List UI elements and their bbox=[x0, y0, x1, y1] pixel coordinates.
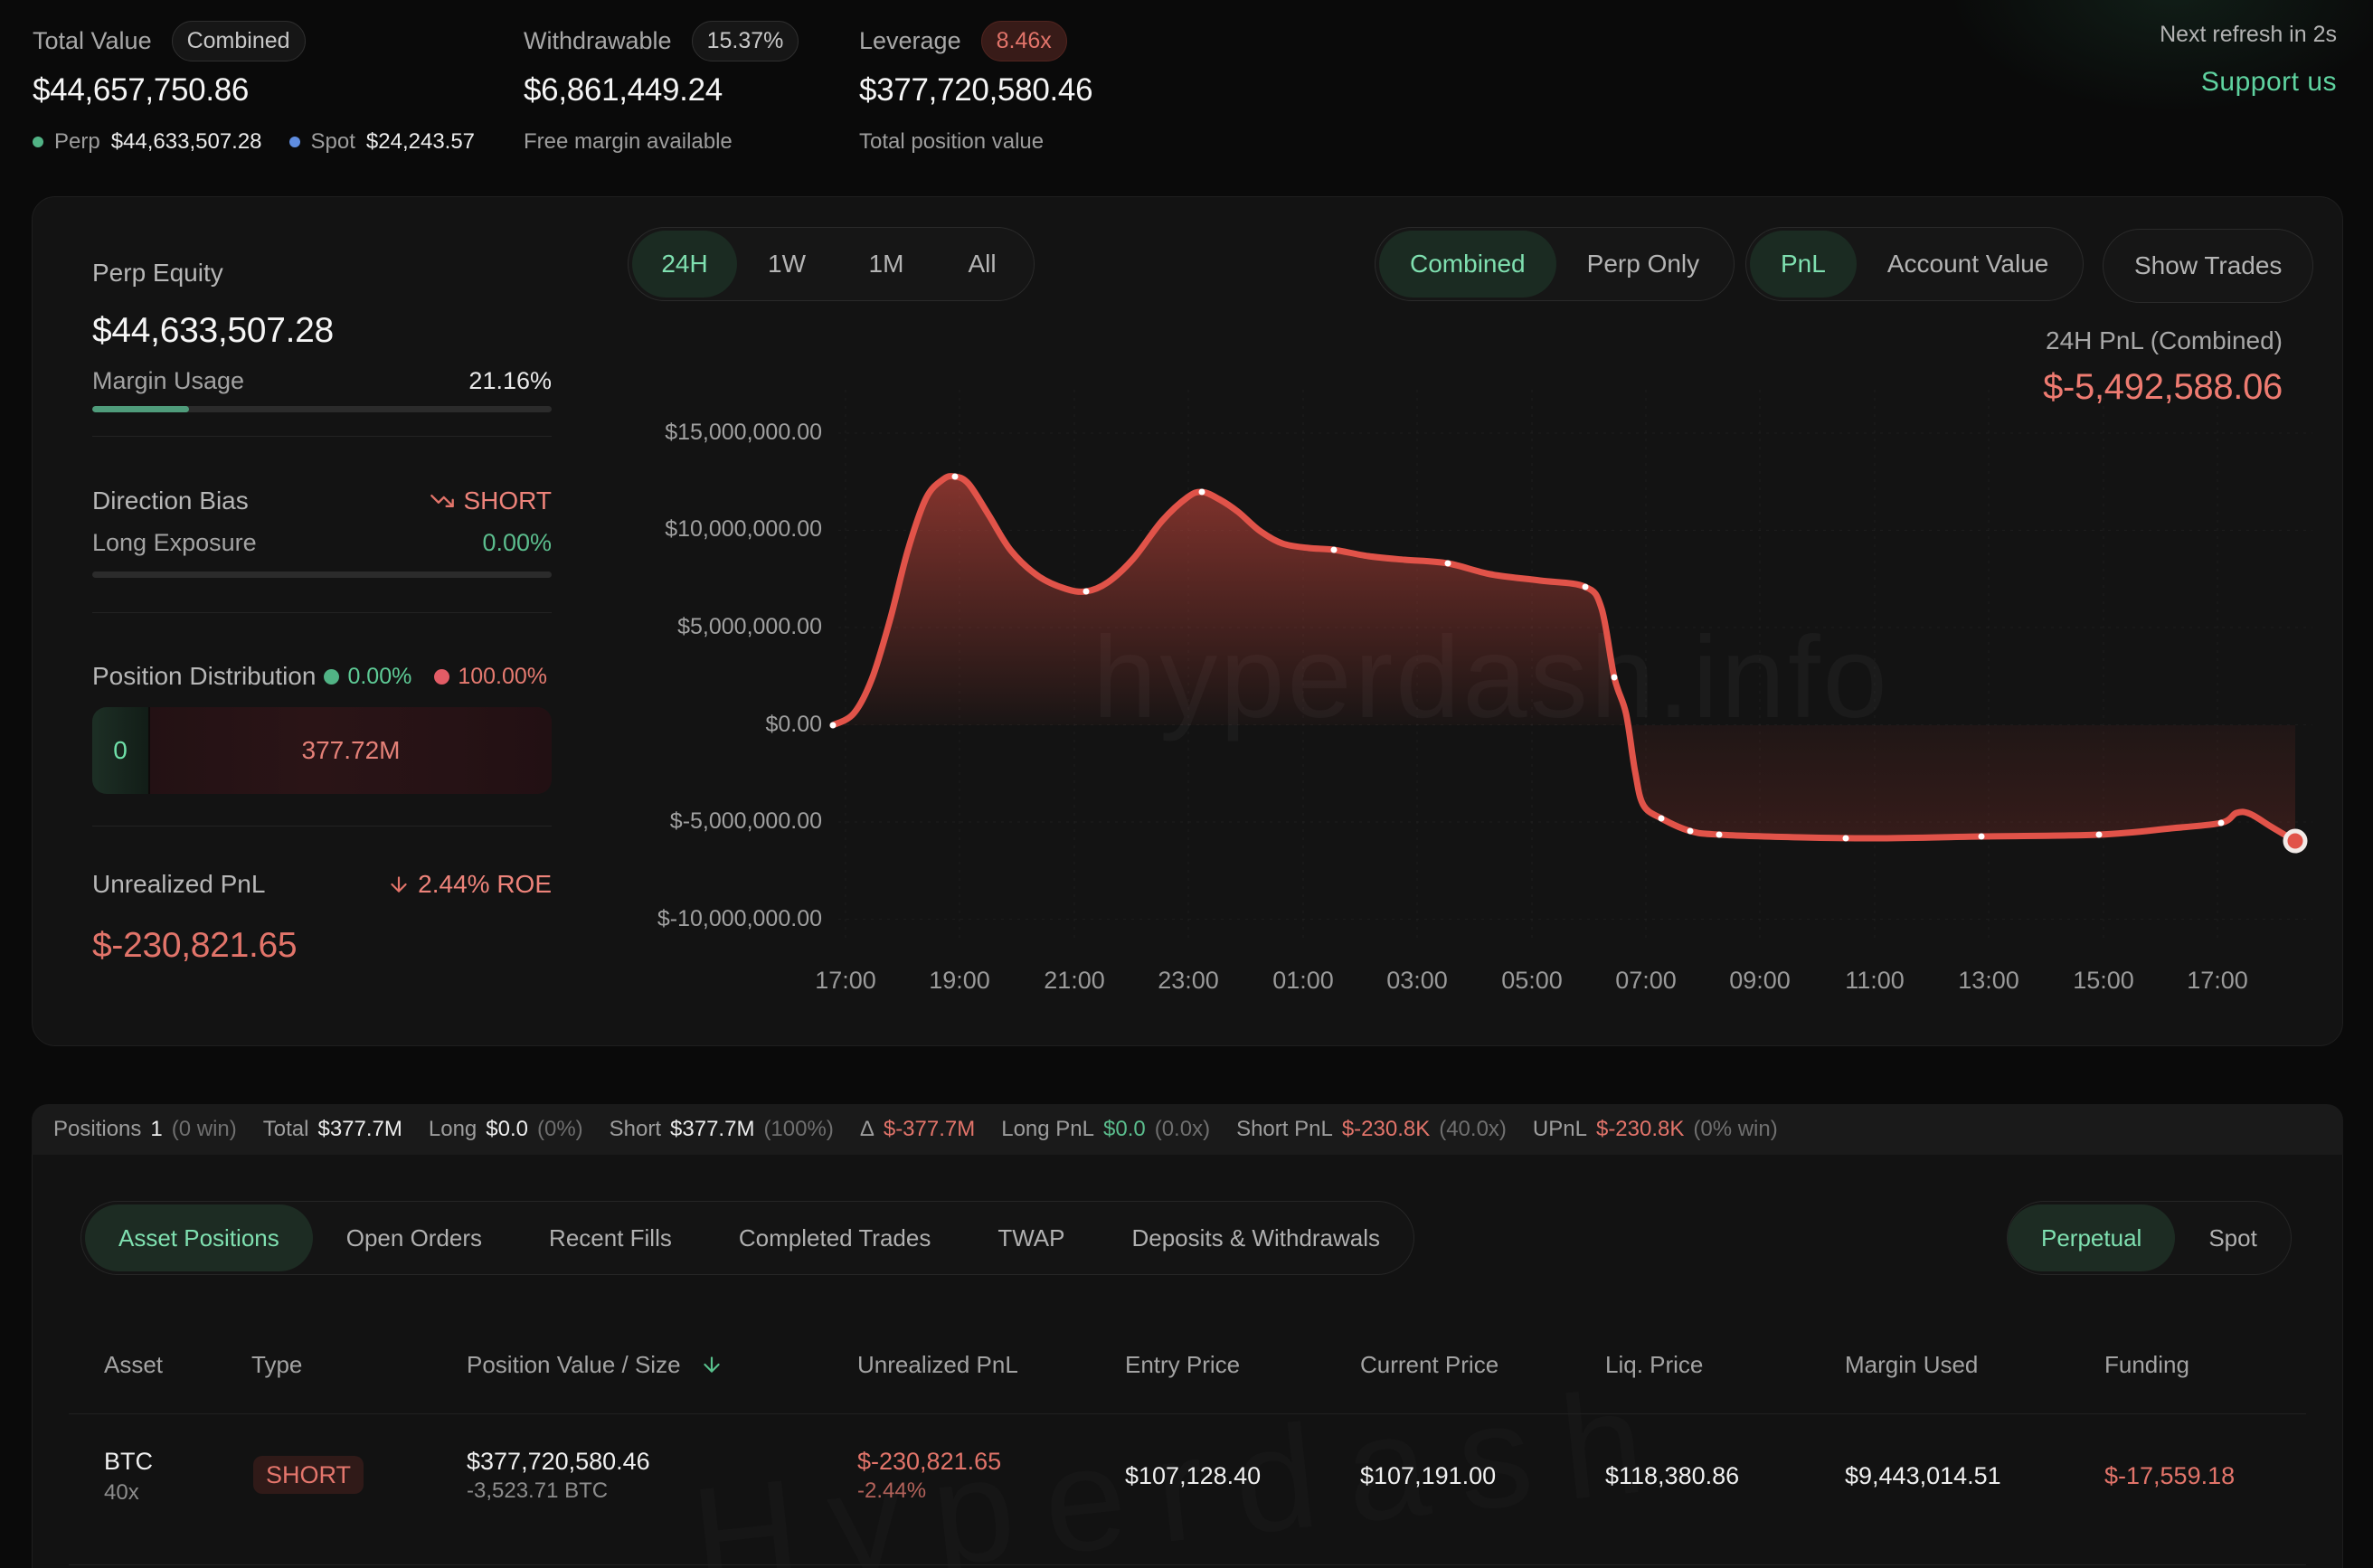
svg-text:09:00: 09:00 bbox=[1729, 967, 1791, 994]
svg-text:$0.00: $0.00 bbox=[765, 712, 822, 737]
svg-text:$15,000,000.00: $15,000,000.00 bbox=[665, 420, 822, 445]
svg-text:19:00: 19:00 bbox=[929, 967, 990, 994]
svg-text:11:00: 11:00 bbox=[1845, 967, 1905, 994]
svg-text:17:00: 17:00 bbox=[815, 967, 876, 994]
svg-text:05:00: 05:00 bbox=[1501, 967, 1563, 994]
svg-text:$5,000,000.00: $5,000,000.00 bbox=[677, 614, 822, 639]
svg-text:$10,000,000.00: $10,000,000.00 bbox=[665, 516, 822, 542]
svg-text:21:00: 21:00 bbox=[1044, 967, 1105, 994]
svg-text:$-5,000,000.00: $-5,000,000.00 bbox=[670, 808, 822, 834]
svg-text:17:00: 17:00 bbox=[2187, 967, 2248, 994]
svg-text:$-10,000,000.00: $-10,000,000.00 bbox=[657, 906, 822, 931]
svg-text:01:00: 01:00 bbox=[1272, 967, 1334, 994]
svg-text:03:00: 03:00 bbox=[1386, 967, 1448, 994]
svg-text:13:00: 13:00 bbox=[1958, 967, 2019, 994]
svg-text:23:00: 23:00 bbox=[1158, 967, 1219, 994]
svg-text:07:00: 07:00 bbox=[1615, 967, 1677, 994]
svg-text:15:00: 15:00 bbox=[2073, 967, 2134, 994]
